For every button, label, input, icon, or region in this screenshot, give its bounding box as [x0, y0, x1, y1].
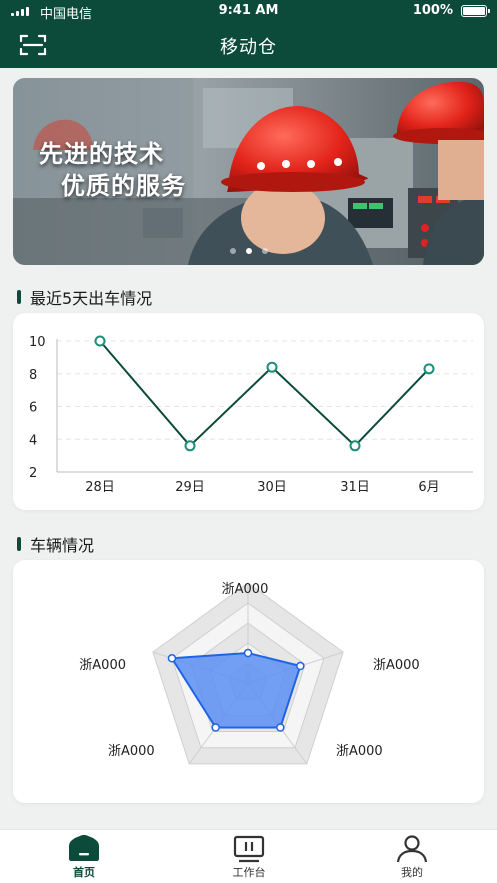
radar-data-point [211, 723, 220, 732]
carousel-indicator [13, 239, 484, 258]
section-marker [17, 537, 21, 551]
home-icon [69, 835, 99, 861]
tab-bar: 首页 工作台 我的 [0, 829, 497, 883]
vehicles-section-title: 车辆情况 [17, 532, 94, 556]
carousel-dot[interactable] [229, 248, 236, 254]
carousel-dot-active[interactable] [245, 248, 252, 254]
nav-bar: 移动仓 [0, 22, 497, 68]
radar-data-point [296, 661, 305, 671]
section-marker [17, 290, 21, 304]
banner-slogan-line2: 优质的服务 [61, 172, 186, 200]
trips-section-title-text: 最近5天出车情况 [30, 289, 153, 308]
trips-chart-card: 10 8 6 4 2 28日 29日 30日 31日 6月 [13, 313, 484, 510]
trips-section-title: 最近5天出车情况 [17, 285, 152, 309]
tab-home-label: 首页 [73, 866, 95, 879]
y-tick-label: 2 [29, 466, 37, 481]
workbench-icon [233, 835, 265, 863]
x-tick-label: 29日 [175, 480, 205, 495]
radar-axis-label: 浙A000 [108, 744, 155, 759]
series-line [99, 340, 430, 448]
data-point [184, 440, 196, 452]
radar-axis-label: 浙A000 [336, 744, 383, 759]
data-point [94, 335, 106, 347]
carousel-dot[interactable] [261, 248, 268, 254]
page-title: 移动仓 [220, 37, 277, 58]
x-tick-label: 6月 [418, 480, 439, 495]
y-tick-label: 4 [29, 433, 37, 448]
x-tick-label: 28日 [85, 480, 115, 495]
battery-percentage: 100% [412, 3, 453, 18]
tab-workbench[interactable]: 工作台 [209, 830, 289, 883]
banner-carousel[interactable]: 先进的技术 优质的服务 [13, 78, 484, 265]
y-tick-label: 6 [29, 401, 37, 416]
data-point [349, 440, 361, 452]
tab-profile-label: 我的 [401, 866, 423, 879]
status-bar: 中国电信 9:41 AM 100% [0, 0, 497, 22]
x-tick-label: 30日 [257, 480, 287, 495]
radar-axis-label: 浙A000 [222, 582, 269, 597]
vehicles-section-title-text: 车辆情况 [30, 536, 95, 555]
radar-data-point [167, 654, 177, 663]
vehicles-radar-card: 浙A000 浙A000 浙A000 浙A000 浙A000 [13, 560, 484, 803]
data-point [423, 363, 435, 375]
radar-data-point [243, 648, 253, 658]
tab-home[interactable]: 首页 [44, 830, 124, 883]
radar-data-point [276, 723, 285, 732]
vehicles-radar-chart: 浙A000 浙A000 浙A000 浙A000 浙A000 [79, 582, 420, 765]
battery-icon [461, 5, 490, 17]
radar-axis-label: 浙A000 [373, 658, 420, 673]
trips-line-chart: 10 8 6 4 2 28日 29日 30日 31日 6月 [29, 335, 473, 495]
data-point [266, 361, 278, 373]
x-tick-label: 31日 [340, 480, 370, 495]
tab-profile[interactable]: 我的 [372, 830, 452, 883]
tab-workbench-label: 工作台 [232, 866, 266, 879]
y-tick-label: 10 [29, 335, 46, 350]
y-tick-label: 8 [29, 368, 37, 383]
banner-slogan-line1: 先进的技术 [39, 140, 164, 168]
radar-axis-label: 浙A000 [79, 658, 126, 673]
user-icon [396, 835, 428, 863]
